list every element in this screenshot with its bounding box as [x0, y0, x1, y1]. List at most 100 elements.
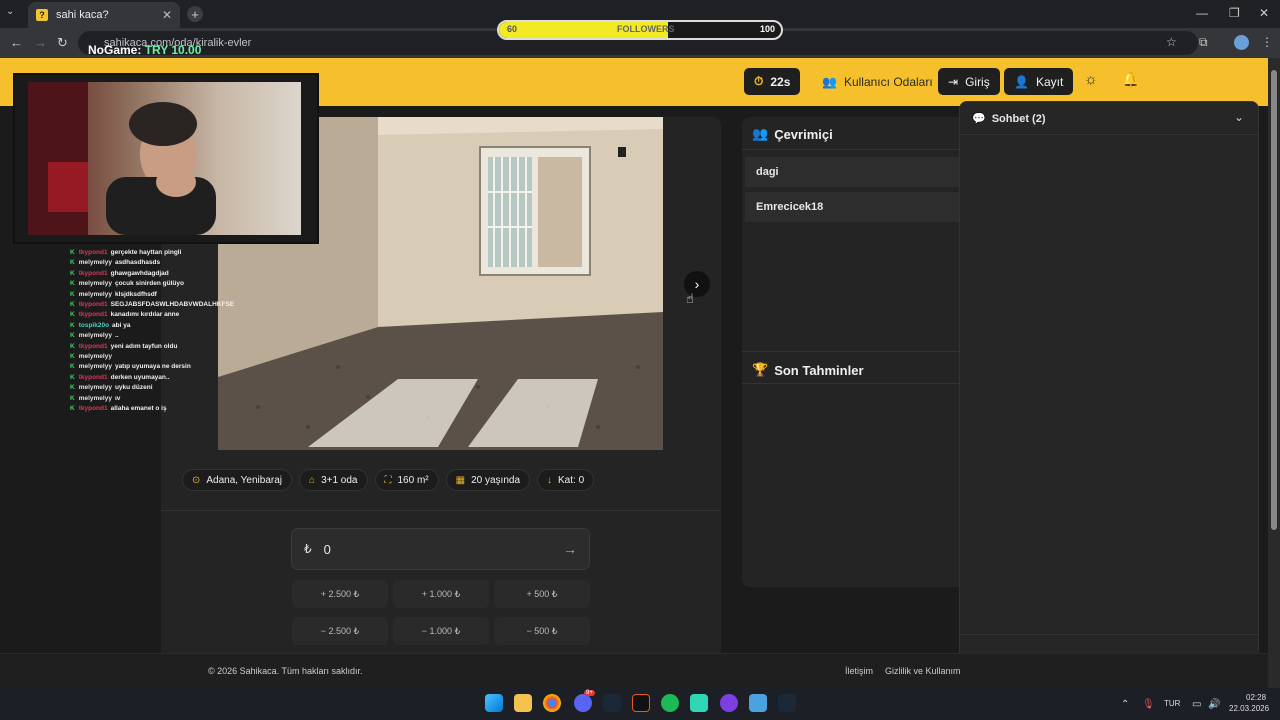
- plus-1000-button[interactable]: + 1.000 ₺: [393, 580, 489, 608]
- microphone-icon[interactable]: 🎙: [1142, 699, 1155, 710]
- stream-chat-message: Ktkypond1 ghawgawhdagdjad: [70, 269, 250, 279]
- minus-2500-button[interactable]: − 2.500 ₺: [292, 617, 388, 645]
- assistant-icon[interactable]: [720, 694, 738, 712]
- recent-heading: 🏆 Son Tahminler: [752, 362, 864, 378]
- webcam-video: [28, 82, 301, 235]
- stream-chat-text: allaha emanet o iş: [110, 405, 167, 413]
- bell-icon[interactable]: 🔔: [1122, 71, 1139, 88]
- register-button[interactable]: 👤 Kayıt: [1004, 68, 1074, 95]
- login-label: Giriş: [965, 74, 990, 89]
- stream-chat-text: ..: [114, 332, 119, 340]
- theme-toggle-icon[interactable]: ☼: [1084, 71, 1098, 88]
- spotify-icon[interactable]: [661, 694, 679, 712]
- user-rooms-link[interactable]: 👥 Kullanıcı Odaları: [812, 68, 943, 95]
- side-panel: [742, 117, 972, 587]
- steam-icon[interactable]: [603, 694, 621, 712]
- volume-icon[interactable]: 🔊: [1208, 699, 1220, 710]
- stream-chat-message: Kmelymelyy: [70, 352, 250, 362]
- tag-floor: ↓ Kat: 0: [537, 469, 595, 491]
- reload-icon[interactable]: ↻: [57, 35, 68, 51]
- stream-chat-message: Ktkypond1 derken uyumayan..: [70, 373, 250, 383]
- display-icon[interactable]: ▭: [1192, 699, 1201, 710]
- plus-500-button[interactable]: + 500 ₺: [494, 580, 590, 608]
- stream-chat-user: melymelyy: [78, 332, 112, 340]
- tag-age: ▦ 20 yaşında: [445, 469, 531, 491]
- bookmark-star-icon[interactable]: ☆: [1166, 35, 1177, 49]
- tray-chevron-icon[interactable]: ⌃: [1121, 699, 1129, 710]
- maximize-icon[interactable]: ❐: [1229, 6, 1240, 20]
- site-footer: © 2026 Sahikaca. Tüm hakları saklıdır. İ…: [0, 653, 1268, 688]
- tag-area: ⛶ 160 m²: [374, 469, 439, 491]
- chrome-icon[interactable]: [543, 694, 561, 712]
- tag-rooms: ⌂ 3+1 oda: [299, 469, 368, 491]
- close-window-icon[interactable]: ✕: [1259, 6, 1269, 20]
- clock-date[interactable]: 22.03.2026: [1229, 704, 1269, 713]
- stream-chat-text: asdhasdhasds: [114, 259, 161, 267]
- badge-icon: K: [70, 332, 75, 340]
- copyright-text: © 2026 Sahikaca. Tüm hakları saklıdır.: [208, 666, 363, 676]
- privacy-link[interactable]: Gizlilik ve Kullanım: [885, 666, 961, 676]
- badge-icon: K: [70, 394, 75, 402]
- stream-chat-text: yeni adım tayfun oldu: [110, 342, 178, 350]
- stream-chat-user: tkypond1: [78, 342, 108, 350]
- back-icon[interactable]: ←: [10, 35, 23, 50]
- badge-icon: K: [70, 249, 75, 256]
- badge-icon: K: [70, 384, 75, 392]
- followers-label: FOLLOWERS: [617, 24, 675, 34]
- tab-title: sahi kaca?: [56, 9, 109, 21]
- trophy-icon: 🏆: [752, 362, 769, 377]
- windows-start-icon[interactable]: [485, 694, 503, 712]
- login-button[interactable]: ⇥ Giriş: [938, 68, 1000, 95]
- discord-icon[interactable]: [574, 694, 592, 712]
- online-user: dagi: [745, 157, 965, 187]
- nogame-value: TRY 10.00: [144, 43, 202, 57]
- new-tab-button[interactable]: +: [187, 6, 203, 22]
- expand-icon: ⛶: [384, 474, 392, 486]
- obs-app-icon[interactable]: [632, 694, 650, 712]
- submit-guess-icon[interactable]: →: [563, 541, 577, 557]
- browser-menu-icon[interactable]: ⋮: [1261, 35, 1273, 49]
- login-icon: ⇥: [948, 74, 959, 89]
- badge-icon: K: [70, 405, 75, 413]
- chat-header-divider: [960, 134, 1258, 135]
- online-title: Çevrimiçi: [774, 126, 833, 142]
- browser-tab[interactable]: ? sahi kaca? ✕: [28, 2, 180, 28]
- recent-divider-top: [742, 351, 972, 352]
- chevron-down-icon[interactable]: ⌄: [1234, 110, 1244, 124]
- stream-chat-user: tkypond1: [78, 301, 108, 309]
- app-icon[interactable]: [690, 694, 708, 712]
- extensions-icon[interactable]: ⧉: [1199, 35, 1208, 50]
- tag-area-label: 160 m²: [397, 474, 429, 486]
- building-icon: ▦: [455, 474, 466, 486]
- language-indicator[interactable]: TUR: [1164, 699, 1180, 708]
- scrollbar-thumb[interactable]: [1271, 70, 1277, 530]
- chat-header[interactable]: 💬 Sohbet (2): [972, 112, 1045, 126]
- minimize-icon[interactable]: —: [1196, 6, 1208, 20]
- stream-chat-text: kanadımı kırdılar anne: [110, 311, 180, 319]
- guess-input[interactable]: ₺ 0 →: [291, 528, 590, 570]
- file-explorer-icon[interactable]: [514, 694, 532, 712]
- minus-1000-button[interactable]: − 1.000 ₺: [393, 617, 489, 645]
- stream-chat-text: uyku düzeni: [114, 384, 153, 392]
- guess-value: 0: [323, 541, 331, 557]
- stream-chat-message: Ktkypond1 gerçekte hayttan pingli: [70, 248, 250, 258]
- stream-chat-user: melymelyy: [78, 259, 112, 267]
- timer-value: 22s: [770, 74, 791, 89]
- nogame-prefix: NoGame:: [88, 43, 142, 57]
- nogame-overlay: NoGame: TRY 10.00: [88, 43, 201, 57]
- contact-link[interactable]: İletişim: [845, 666, 873, 676]
- profile-avatar[interactable]: [1234, 35, 1249, 50]
- forward-icon[interactable]: →: [34, 35, 47, 50]
- stream-chat-text: klsjdksdfhsdf: [114, 290, 157, 298]
- tag-floor-label: Kat: 0: [558, 474, 585, 486]
- clock-time[interactable]: 02:28: [1246, 693, 1266, 702]
- badge-icon: K: [70, 311, 75, 319]
- steam-icon-2[interactable]: [778, 694, 796, 712]
- tab-search-icon[interactable]: ⌄: [6, 6, 14, 17]
- stream-chat-text: çocuk sinirden gülüyo: [114, 280, 184, 288]
- close-tab-icon[interactable]: ✕: [162, 8, 172, 22]
- minus-500-button[interactable]: − 500 ₺: [494, 617, 590, 645]
- plus-2500-button[interactable]: + 2.500 ₺: [292, 580, 388, 608]
- network-app-icon[interactable]: [749, 694, 767, 712]
- users-icon: 👥: [752, 126, 769, 141]
